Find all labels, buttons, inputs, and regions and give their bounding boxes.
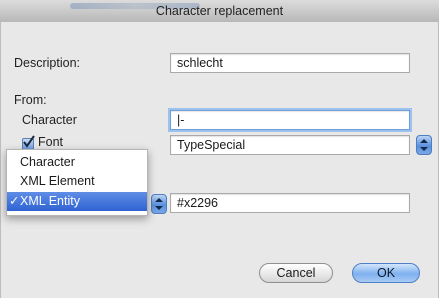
menu-item-label: XML Element [20, 174, 95, 188]
character-label: Character [22, 113, 77, 127]
menu-item-character[interactable]: Character [7, 153, 147, 172]
checkmark-icon [23, 135, 35, 148]
from-label: From: [14, 93, 47, 107]
title-bar: Character replacement [0, 0, 439, 23]
entity-field[interactable]: #x2296 [170, 193, 410, 213]
up-down-arrows-icon [155, 198, 163, 210]
menu-item-xml-entity[interactable]: ✓ XML Entity [7, 192, 147, 211]
ok-button[interactable]: OK [352, 263, 420, 283]
description-field[interactable]: schlecht [170, 53, 410, 73]
font-label: Font [38, 135, 64, 149]
cancel-button[interactable]: Cancel [259, 263, 333, 283]
checkmark-icon: ✓ [9, 194, 20, 208]
up-down-arrows-icon [420, 139, 428, 151]
menu-item-label: Character [20, 155, 75, 169]
character-field[interactable]: |- [170, 110, 410, 130]
menu-item-label: XML Entity [20, 194, 80, 208]
menu-item-xml-element[interactable]: XML Element [7, 172, 147, 191]
font-stepper[interactable] [416, 135, 432, 155]
type-popup-menu: Character XML Element ✓ XML Entity [6, 149, 148, 216]
type-stepper[interactable] [151, 194, 167, 214]
font-field[interactable]: TypeSpecial [170, 135, 410, 155]
description-label: Description: [14, 56, 80, 70]
window-title: Character replacement [155, 4, 284, 18]
